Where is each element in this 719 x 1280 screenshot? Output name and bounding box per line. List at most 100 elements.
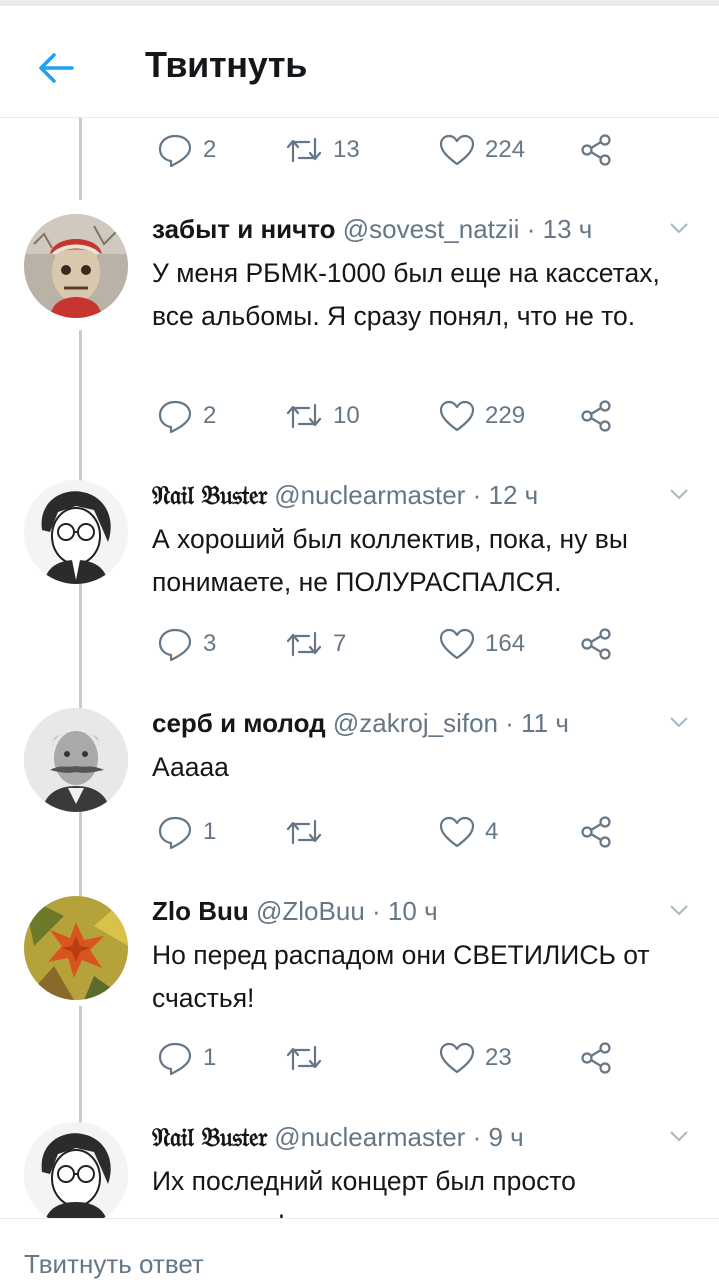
like-count: 23: [485, 1044, 512, 1071]
reply-count: 1: [203, 818, 217, 845]
timestamp: 10 ч: [387, 896, 438, 926]
share-button[interactable]: [579, 812, 613, 852]
display-name[interactable]: серб и молод: [152, 708, 326, 738]
heart-icon: [439, 816, 475, 848]
like-button[interactable]: 23: [439, 1038, 512, 1078]
share-button[interactable]: [579, 1038, 613, 1078]
reply-icon: [158, 628, 192, 661]
page-title: Твитнуть: [145, 44, 308, 85]
tweet-header: серб и молод @zakroj_sifon · 11 ч: [152, 706, 569, 740]
heart-icon: [439, 400, 475, 432]
retweet-count: 13: [333, 136, 360, 163]
retweet-button[interactable]: 10: [285, 396, 360, 436]
tweet-header: 𝔑𝔞𝔦𝔩 𝔅𝔲𝔰𝔱𝔢𝔯 @nuclearmaster · 9 ч: [152, 1120, 524, 1155]
tweet-actions: 1 4: [157, 812, 627, 852]
separator-dot: ·: [505, 708, 514, 738]
share-icon: [581, 628, 611, 660]
tweet-header: забыт и ничто @sovest_natzii · 13 ч: [152, 212, 592, 246]
reply-count: 3: [203, 630, 217, 657]
reply-button[interactable]: 2: [157, 396, 216, 436]
retweet-icon: [286, 403, 322, 429]
chevron-down-icon[interactable]: [668, 220, 690, 236]
timestamp: 9 ч: [488, 1122, 524, 1152]
tweet-text: Ааааа: [152, 752, 229, 782]
reply-composer[interactable]: Твитнуть ответ: [0, 1218, 719, 1280]
avatar-image: [24, 214, 128, 318]
retweet-icon: [286, 1045, 322, 1071]
reply-count: 2: [203, 402, 217, 429]
avatar-image: [24, 708, 128, 812]
chevron-down-icon[interactable]: [668, 486, 690, 502]
display-name[interactable]: Zlo Buu: [152, 896, 249, 926]
share-button[interactable]: [579, 624, 613, 664]
share-icon: [581, 400, 611, 432]
user-handle[interactable]: @zakroj_sifon: [333, 708, 498, 738]
timestamp: 13 ч: [542, 214, 593, 244]
reply-button[interactable]: 3: [157, 624, 216, 664]
share-icon: [581, 816, 611, 848]
user-handle[interactable]: @nuclearmaster: [274, 480, 465, 510]
reply-count: 2: [203, 136, 217, 163]
share-icon: [581, 1042, 611, 1074]
timestamp: 12 ч: [488, 480, 539, 510]
heart-icon: [439, 628, 475, 660]
chevron-down-icon[interactable]: [668, 714, 690, 730]
back-button[interactable]: [30, 42, 82, 94]
retweet-button[interactable]: 7: [285, 624, 346, 664]
heart-icon: [439, 1042, 475, 1074]
like-button[interactable]: 4: [439, 812, 498, 852]
reply-count: 1: [203, 1044, 217, 1071]
like-count: 224: [485, 136, 526, 163]
separator-dot: ·: [472, 480, 482, 510]
like-button[interactable]: 229: [439, 396, 525, 436]
like-count: 4: [485, 818, 499, 845]
like-count: 229: [485, 402, 526, 429]
reply-input[interactable]: Твитнуть ответ: [24, 1249, 204, 1280]
display-name[interactable]: 𝔑𝔞𝔦𝔩 𝔅𝔲𝔰𝔱𝔢𝔯: [152, 1123, 267, 1153]
display-name[interactable]: 𝔑𝔞𝔦𝔩 𝔅𝔲𝔰𝔱𝔢𝔯: [152, 481, 267, 511]
retweet-button[interactable]: 13: [285, 130, 360, 170]
retweet-button[interactable]: [285, 812, 333, 852]
avatar-image: [24, 480, 128, 584]
avatar[interactable]: [24, 1122, 128, 1226]
app-header: Твитнуть: [0, 6, 719, 118]
like-count: 164: [485, 630, 526, 657]
user-handle[interactable]: @sovest_natzii: [343, 214, 520, 244]
share-icon: [581, 134, 611, 166]
avatar[interactable]: [24, 480, 128, 584]
like-button[interactable]: 164: [439, 624, 525, 664]
user-handle[interactable]: @ZloBuu: [256, 896, 365, 926]
share-button[interactable]: [579, 396, 613, 436]
reply-icon: [158, 134, 192, 167]
avatar[interactable]: [24, 708, 128, 812]
separator-dot: ·: [372, 896, 381, 926]
tweet-actions: 2 10 229: [157, 396, 627, 436]
avatar-image: [24, 1122, 128, 1226]
reply-button[interactable]: 1: [157, 1038, 216, 1078]
chevron-down-icon[interactable]: [668, 1128, 690, 1144]
chevron-down-icon[interactable]: [668, 902, 690, 918]
tweet-actions: 1 23: [157, 1038, 627, 1078]
like-button[interactable]: 224: [439, 130, 525, 170]
retweet-icon: [286, 137, 322, 163]
tweet-text: А хороший был коллектив, пока, ну вы пон…: [152, 524, 628, 597]
timestamp: 11 ч: [521, 708, 569, 738]
separator-dot: ·: [526, 214, 536, 244]
arrow-left-icon: [39, 53, 74, 83]
retweet-count: 7: [333, 630, 347, 657]
reply-button[interactable]: 2: [157, 130, 216, 170]
retweet-button[interactable]: [285, 1038, 333, 1078]
tweet-text: У меня РБМК-1000 был еще на кассетах, вс…: [152, 258, 660, 331]
heart-icon: [439, 134, 475, 166]
share-button[interactable]: [579, 130, 613, 170]
avatar[interactable]: [24, 214, 128, 318]
reply-icon: [158, 400, 192, 433]
retweet-count: 10: [333, 402, 360, 429]
reply-button[interactable]: 1: [157, 812, 216, 852]
avatar[interactable]: [24, 896, 128, 1000]
retweet-icon: [286, 631, 322, 657]
avatar-image: [24, 896, 128, 1000]
user-handle[interactable]: @nuclearmaster: [274, 1122, 465, 1152]
display-name[interactable]: забыт и ничто: [152, 214, 336, 244]
tweet-header: 𝔑𝔞𝔦𝔩 𝔅𝔲𝔰𝔱𝔢𝔯 @nuclearmaster · 12 ч: [152, 478, 538, 513]
